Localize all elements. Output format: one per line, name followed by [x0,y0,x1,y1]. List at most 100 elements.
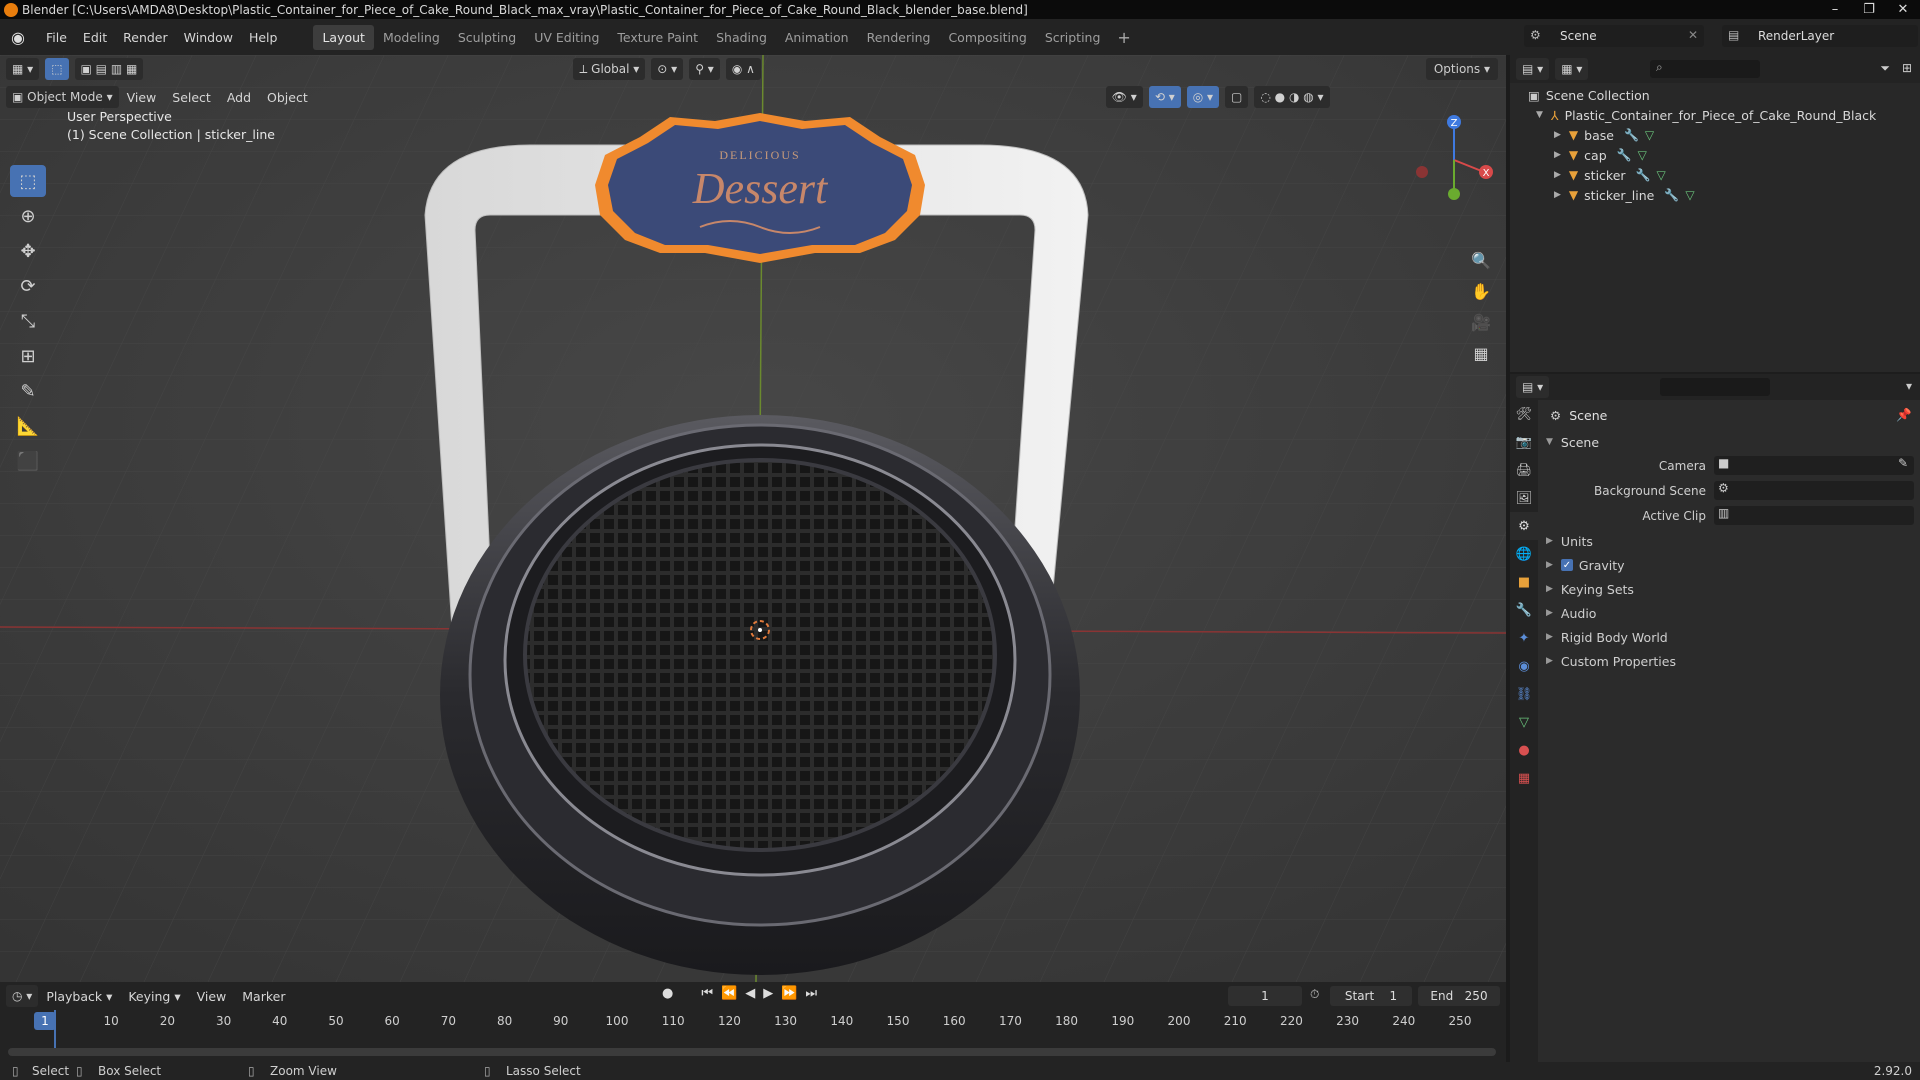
tab-layout[interactable]: Layout [313,24,374,50]
xray-toggle-icon[interactable]: ▢ [1225,86,1249,108]
properties-search-input[interactable] [1660,378,1770,396]
next-keyframe-icon[interactable]: ⏩ [781,986,797,1001]
tab-texture-paint[interactable]: Texture Paint [608,25,707,50]
close-button[interactable]: ✕ [1886,0,1920,19]
constraints-tab-icon[interactable]: ⛓ [1510,680,1538,708]
data-tab-icon[interactable]: ▽ [1510,708,1538,736]
tab-shading[interactable]: Shading [707,25,776,50]
scene-tab-icon[interactable]: ⚙ [1510,512,1538,540]
output-tab-icon[interactable]: 🖨 [1510,456,1538,484]
rigid-body-world-section[interactable]: ▶ Rigid Body World [1538,625,1920,649]
outliner-item-cap[interactable]: ▶ ▼ cap 🔧 ▽ 👁 [1554,145,1920,165]
scale-icon[interactable]: ⤡ [10,305,46,337]
expand-icon[interactable]: ▶ [1554,170,1561,180]
timeline-ruler[interactable]: 1 10 20 30 40 50 60 70 80 90 100 110 120 130 140 150 16… [0,1010,1506,1034]
outliner-item-sticker-line[interactable]: ▶ ▼ sticker_line 🔧 ▽ 👁 [1554,185,1920,205]
active-clip-input[interactable]: ▥ [1714,506,1914,525]
eyedropper-icon[interactable]: ✎ [1898,456,1908,470]
expand-icon[interactable]: ▶ [1554,190,1561,200]
expand-icon[interactable]: ▶ [1554,150,1561,160]
zoom-icon[interactable]: 🔍 [1466,245,1496,275]
keying-sets-section[interactable]: ▶ Keying Sets [1538,577,1920,601]
properties-editor-type[interactable]: ▤ ▾ [1516,376,1550,398]
audio-section[interactable]: ▶ Audio [1538,601,1920,625]
tab-sculpting[interactable]: Sculpting [449,25,525,50]
menu-file[interactable]: File [38,30,75,45]
viewport-menu-object[interactable]: Object [259,90,316,105]
physics-tab-icon[interactable]: ◉ [1510,652,1538,680]
annotate-icon[interactable]: ✎ [10,375,46,407]
background-scene-input[interactable]: ⚙ [1714,481,1914,500]
rotate-icon[interactable]: ⟳ [10,270,46,302]
minimize-button[interactable]: – [1818,0,1852,19]
tab-modeling[interactable]: Modeling [374,25,449,50]
particles-tab-icon[interactable]: ✦ [1510,624,1538,652]
expand-icon[interactable]: ▶ [1546,608,1553,618]
outliner-search-input[interactable]: ⌕ [1650,60,1760,78]
scene-selector[interactable]: ⚙ Scene ✕ [1524,25,1704,47]
properties-options-icon[interactable]: ▾ [1906,379,1912,393]
outliner-item-base[interactable]: ▶ ▼ base 🔧 ▽ 👁 [1554,125,1920,145]
transform-orientation-dropdown[interactable]: ⟂ Global ▾ [573,58,646,80]
world-tab-icon[interactable]: 🌐 [1510,540,1538,568]
view-layer-tab-icon[interactable]: 🖼 [1510,484,1538,512]
menu-edit[interactable]: Edit [75,30,115,45]
end-frame-input[interactable]: End 250 [1418,986,1500,1006]
expand-icon[interactable]: ▶ [1546,656,1553,666]
tab-scripting[interactable]: Scripting [1036,25,1110,50]
editor-type-button[interactable]: ▦ ▾ [6,58,40,80]
ortho-grid-icon[interactable]: ▦ [1466,338,1496,368]
prev-keyframe-icon[interactable]: ⏪ [721,986,737,1001]
modifier-tab-icon[interactable]: 🔧 [1510,596,1538,624]
visibility-icon[interactable]: 👁 ▾ [1105,86,1143,108]
timeline-menu-keying[interactable]: Keying ▾ [120,989,188,1004]
3d-viewport[interactable]: DELICIOUS Dessert ▦ ▾ ⬚ ▣ ▤ ▥ ▦ ⟂ Global… [0,55,1506,982]
gravity-section[interactable]: ▶ ✓ Gravity [1538,553,1920,577]
tab-uv-editing[interactable]: UV Editing [525,25,608,50]
tab-rendering[interactable]: Rendering [858,25,940,50]
scene-close-icon[interactable]: ✕ [1688,28,1698,42]
camera-view-icon[interactable]: 🎥 [1466,307,1496,337]
gizmo-toggle-icon[interactable]: ⟲ ▾ [1148,86,1181,108]
scene-section-header[interactable]: ▼ Scene [1538,430,1920,454]
shading-mode-buttons[interactable]: ◌ ● ◑ ◍ ▾ [1254,86,1330,108]
options-dropdown[interactable]: Options ▾ [1425,58,1498,80]
render-layer-selector[interactable]: ▤ RenderLayer [1722,25,1918,47]
expand-icon[interactable]: ▶ [1546,560,1553,570]
outliner-collection-row[interactable]: ▼ ⅄ Plastic_Container_for_Piece_of_Cake_… [1536,105,1920,125]
viewport-menu-add[interactable]: Add [219,90,259,105]
gravity-checkbox[interactable]: ✓ [1560,559,1573,571]
blender-menu-icon[interactable]: ◉ [8,27,28,47]
outliner-editor-type[interactable]: ▤ ▾ [1516,58,1550,80]
new-collection-icon[interactable]: ⊞ [1902,61,1912,75]
outliner-item-sticker[interactable]: ▶ ▼ sticker 🔧 ▽ 👁 [1554,165,1920,185]
start-frame-input[interactable]: Start 1 [1330,986,1412,1006]
menu-window[interactable]: Window [176,30,241,45]
expand-icon[interactable]: ▶ [1546,632,1553,642]
pivot-point-icon[interactable]: ⊙ ▾ [651,58,684,80]
select-mode-buttons[interactable]: ▣ ▤ ▥ ▦ [74,58,144,80]
select-box-icon[interactable]: ⬚ [10,165,46,197]
pin-icon[interactable]: 📌 [1896,407,1912,423]
jump-end-icon[interactable]: ⏭ [805,986,817,1001]
tab-compositing[interactable]: Compositing [939,25,1035,50]
maximize-button[interactable]: ❐ [1852,0,1886,19]
proportional-edit-icon[interactable]: ◉ ∧ [725,58,761,80]
expand-icon[interactable]: ▶ [1546,536,1553,546]
render-tab-icon[interactable]: 📷 [1510,428,1538,456]
filter-icon[interactable]: ⏷ [1880,61,1890,76]
pan-hand-icon[interactable]: ✋ [1466,276,1496,306]
snap-icon[interactable]: ⚲ ▾ [689,58,720,80]
record-icon[interactable]: ● [662,986,673,1001]
measure-icon[interactable]: 📐 [10,410,46,442]
texture-tab-icon[interactable]: ▦ [1510,764,1538,792]
jump-start-icon[interactable]: ⏮ [701,986,713,1001]
cursor-icon[interactable]: ⊕ [10,200,46,232]
current-frame-marker[interactable]: 1 [34,1012,56,1030]
timeline-editor-type[interactable]: ◷ ▾ [6,985,39,1007]
menu-render[interactable]: Render [115,30,176,45]
object-mode-dropdown[interactable]: ▣ Object Mode ▾ [6,86,119,108]
transform-icon[interactable]: ⊞ [10,340,46,372]
material-tab-icon[interactable]: ● [1510,736,1538,764]
select-tool-icon[interactable]: ⬚ [45,58,69,80]
